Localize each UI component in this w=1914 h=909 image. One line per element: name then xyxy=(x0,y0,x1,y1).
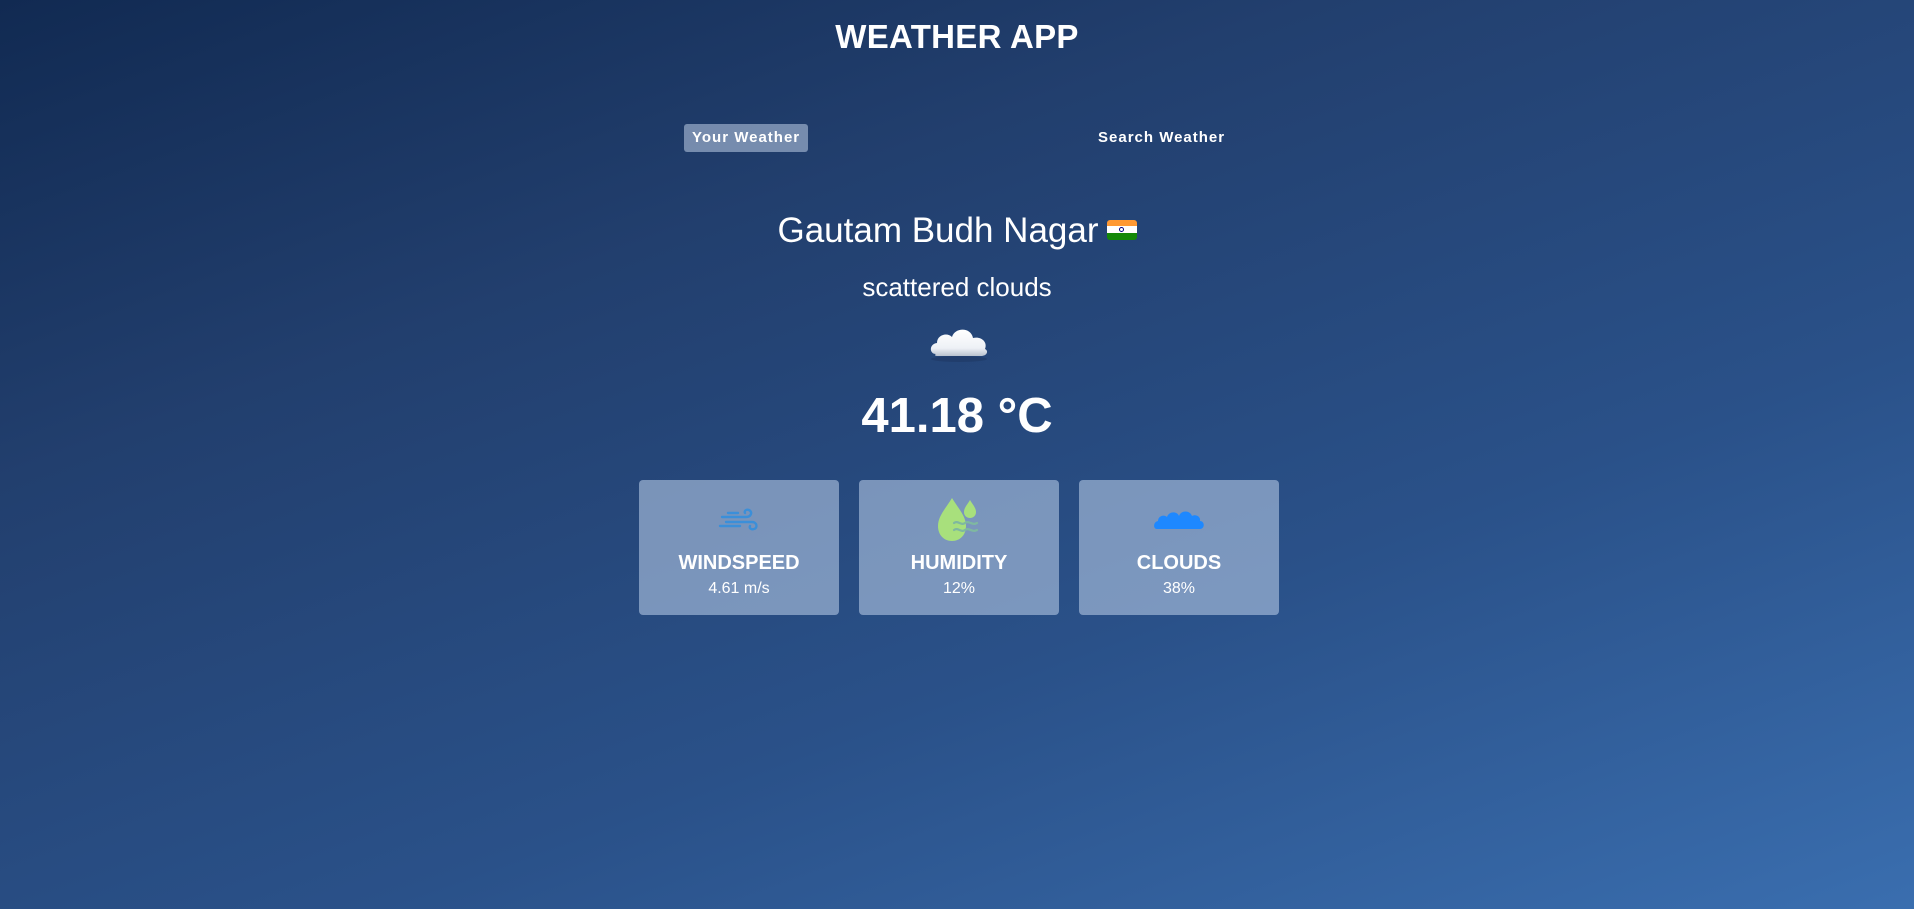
cloud-icon xyxy=(930,329,988,362)
city-heading: Gautam Budh Nagar xyxy=(0,211,1914,251)
clouds-card: CLOUDS 38% xyxy=(1079,480,1279,615)
clouds-icon xyxy=(1154,511,1204,529)
windspeed-card: WINDSPEED 4.61 m/s xyxy=(639,480,839,615)
tab-search-weather[interactable]: Search Weather xyxy=(1090,124,1233,152)
tab-your-weather[interactable]: Your Weather xyxy=(684,124,809,152)
weather-description: scattered clouds xyxy=(862,272,1052,302)
app-title: WEATHER APP xyxy=(835,18,1079,55)
windspeed-label: WINDSPEED xyxy=(678,552,800,574)
humidity-card: HUMIDITY 12% xyxy=(859,480,1059,615)
clouds-value: 38% xyxy=(1162,580,1196,597)
temperature-value: 41.18 °C xyxy=(861,389,1053,443)
humidity-label: HUMIDITY xyxy=(910,552,1008,574)
humidity-value: 12% xyxy=(942,580,976,597)
clouds-label: CLOUDS xyxy=(1136,552,1222,574)
city-name: Gautam Budh Nagar xyxy=(777,211,1099,250)
humidity-drop-icon xyxy=(938,498,979,541)
wind-icon xyxy=(718,508,758,531)
windspeed-value: 4.61 m/s xyxy=(708,580,770,597)
india-flag-icon xyxy=(1106,219,1137,240)
